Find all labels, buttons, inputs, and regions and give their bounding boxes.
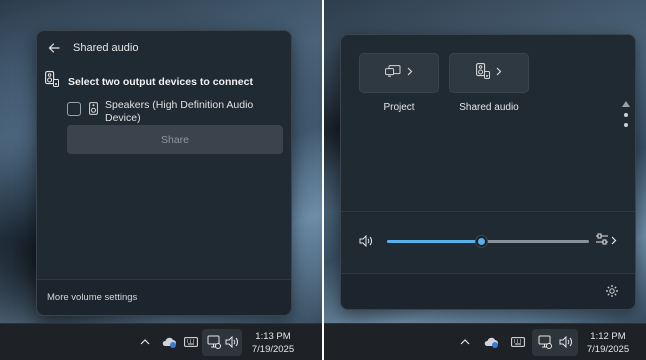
page-dot-icon bbox=[624, 113, 628, 117]
network-icon bbox=[537, 334, 553, 350]
clock-date: 7/19/2025 bbox=[586, 344, 630, 355]
speaker-device-icon bbox=[89, 102, 98, 120]
shared-audio-flyout: Shared audio Select two output devices t… bbox=[36, 30, 292, 316]
page-up-arrow-icon[interactable] bbox=[622, 101, 630, 107]
chevron-right-icon bbox=[496, 67, 502, 79]
shared-audio-header: Shared audio bbox=[37, 31, 291, 65]
page-dot-icon bbox=[624, 123, 628, 127]
flyout-footer: More volume settings bbox=[37, 279, 291, 315]
speaker-icon[interactable] bbox=[359, 234, 373, 252]
network-icon bbox=[206, 334, 222, 350]
show-hidden-icons-chevron-icon[interactable] bbox=[458, 334, 472, 350]
volume-slider-thumb[interactable] bbox=[475, 235, 489, 248]
volume-slider-fill bbox=[387, 240, 482, 243]
share-button[interactable]: Share bbox=[67, 125, 283, 154]
project-tile[interactable] bbox=[359, 53, 439, 93]
clock-time: 1:13 PM bbox=[255, 331, 291, 342]
shared-audio-icon bbox=[45, 71, 59, 92]
volume-row bbox=[359, 233, 623, 249]
chevron-right-icon bbox=[611, 232, 617, 250]
section-heading: Select two output devices to connect bbox=[45, 71, 253, 92]
taskbar-right: 1:12 PM 7/19/2025 bbox=[324, 323, 646, 360]
gear-icon[interactable] bbox=[605, 284, 619, 303]
device-row-speakers[interactable]: Speakers (High Definition Audio Device) bbox=[67, 99, 287, 125]
show-hidden-icons-chevron-icon[interactable] bbox=[138, 334, 152, 350]
onedrive-icon[interactable] bbox=[160, 334, 178, 350]
volume-slider-thumb-inner bbox=[478, 238, 486, 245]
quick-settings-flyout: Project Shared audio bbox=[340, 34, 636, 310]
device-checkbox[interactable] bbox=[67, 102, 81, 116]
shared-audio-icon bbox=[476, 62, 490, 84]
mixer-icon bbox=[595, 232, 609, 250]
shared-audio-tile[interactable] bbox=[449, 53, 529, 93]
touch-keyboard-icon[interactable] bbox=[510, 334, 526, 350]
onedrive-icon[interactable] bbox=[482, 334, 500, 350]
more-volume-settings-link[interactable]: More volume settings bbox=[47, 292, 137, 303]
shared-audio-tile-label: Shared audio bbox=[459, 102, 519, 113]
back-arrow-icon[interactable] bbox=[47, 41, 61, 55]
clock-time: 1:12 PM bbox=[590, 331, 626, 342]
screenshot-divider bbox=[322, 0, 324, 360]
quick-settings-footer bbox=[341, 273, 635, 309]
volume-slider[interactable] bbox=[387, 235, 589, 248]
taskbar-left: 1:13 PM 7/19/2025 bbox=[0, 323, 322, 360]
touch-keyboard-icon[interactable] bbox=[183, 334, 199, 350]
network-volume-tray-button[interactable] bbox=[202, 329, 242, 356]
network-volume-tray-button[interactable] bbox=[532, 329, 578, 356]
taskbar-clock[interactable]: 1:12 PM 7/19/2025 bbox=[580, 330, 636, 356]
project-tile-label: Project bbox=[383, 102, 415, 113]
clock-date: 7/19/2025 bbox=[251, 344, 295, 355]
project-icon bbox=[385, 64, 401, 82]
flyout-title: Shared audio bbox=[73, 42, 139, 54]
volume-mixer-button[interactable] bbox=[595, 233, 621, 249]
page-indicator[interactable] bbox=[621, 101, 631, 135]
device-label: Speakers (High Definition Audio Device) bbox=[105, 99, 254, 124]
taskbar-clock[interactable]: 1:13 PM 7/19/2025 bbox=[245, 330, 301, 356]
volume-icon bbox=[558, 334, 574, 350]
volume-icon bbox=[224, 334, 240, 350]
section-title: Select two output devices to connect bbox=[68, 75, 253, 88]
section-separator bbox=[341, 211, 635, 212]
chevron-right-icon bbox=[407, 67, 413, 79]
